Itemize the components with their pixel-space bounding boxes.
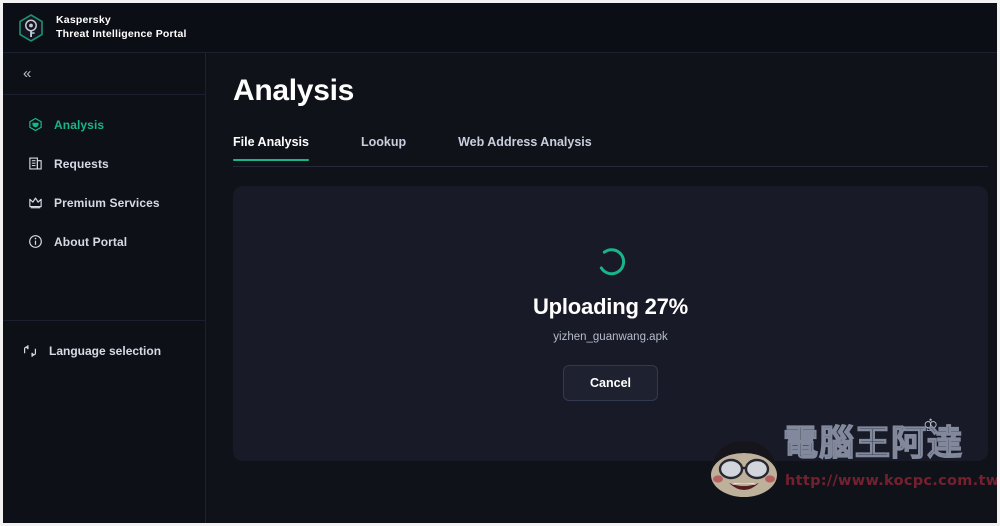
sidebar-item-requests[interactable]: Requests [3, 144, 205, 183]
loading-spinner-icon [595, 246, 627, 278]
sidebar-item-premium-services[interactable]: Premium Services [3, 183, 205, 222]
sidebar-item-label: Language selection [49, 344, 162, 358]
brand-logo[interactable]: Kaspersky Threat Intelligence Portal [16, 13, 187, 43]
sidebar-lower-nav: Language selection [3, 321, 206, 369]
tab-lookup[interactable]: Lookup [361, 135, 406, 160]
tab-label: File Analysis [233, 135, 309, 149]
app-window: Kaspersky Threat Intelligence Portal « A… [0, 0, 1000, 526]
brand-text: Kaspersky Threat Intelligence Portal [56, 14, 187, 40]
upload-status-text: Uploading 27% [532, 294, 689, 319]
upload-filename: yizhen_guanwang.apk [553, 331, 668, 343]
tab-bar: File Analysis Lookup Web Address Analysi… [233, 135, 988, 167]
tab-label: Lookup [360, 135, 407, 149]
main-content: Analysis File Analysis Lookup Web Addres… [207, 53, 997, 523]
translate-arrows-icon [24, 344, 36, 358]
sidebar-item-analysis[interactable]: Analysis [3, 105, 205, 144]
brand-name: Kaspersky [56, 14, 111, 27]
info-circle-icon [29, 235, 42, 248]
sidebar-item-label: Analysis [54, 117, 105, 132]
sidebar-item-label: Requests [54, 156, 109, 171]
sidebar-nav: Analysis Requests Premium Services About… [3, 95, 205, 261]
document-list-icon [29, 157, 42, 170]
sidebar-collapse-row: « [3, 53, 205, 95]
top-header-bar: Kaspersky Threat Intelligence Portal [3, 3, 997, 53]
page-title: Analysis [233, 74, 354, 107]
sidebar-item-language-selection[interactable]: Language selection [3, 333, 206, 369]
tab-file-analysis[interactable]: File Analysis [233, 135, 309, 161]
tab-label: Web Address Analysis [458, 135, 592, 149]
kaspersky-hexagon-logo-icon [19, 13, 43, 42]
sidebar-item-about-portal[interactable]: About Portal [3, 222, 205, 261]
sidebar-item-label: Premium Services [54, 195, 160, 210]
sidebar: « Analysis Requests Premium Services Abo… [3, 53, 206, 523]
chevron-double-left-icon[interactable]: « [19, 63, 34, 84]
tab-web-address-analysis[interactable]: Web Address Analysis [458, 135, 592, 160]
cancel-button[interactable]: Cancel [563, 365, 658, 401]
brand-subtitle: Threat Intelligence Portal [56, 27, 187, 40]
crown-icon [29, 197, 42, 209]
file-upload-panel: Uploading 27% yizhen_guanwang.apk Cancel [233, 186, 988, 461]
cube-icon [29, 117, 42, 132]
sidebar-item-label: About Portal [54, 234, 128, 249]
